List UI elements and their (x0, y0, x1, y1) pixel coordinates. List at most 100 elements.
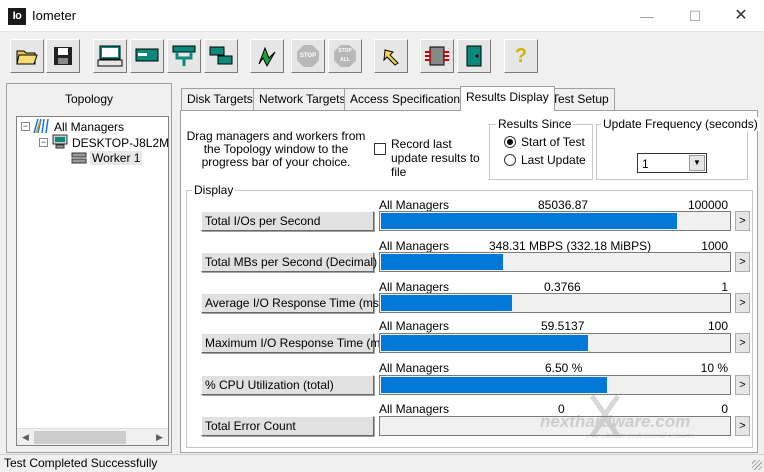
metric-bar-fill (381, 295, 512, 311)
start-icon (258, 46, 276, 68)
resize-grip-icon[interactable] (752, 460, 762, 470)
last-update-radio[interactable] (504, 154, 516, 166)
close-button[interactable]: ✕ (718, 0, 764, 32)
metric-max: 100000 (687, 198, 728, 212)
watermark-logo: nexthardware.com your ultimate professio… (540, 392, 762, 450)
tab-test-setup[interactable]: Test Setup (546, 88, 615, 110)
tab-results-display[interactable]: Results Display (460, 86, 555, 111)
update-frequency-value: 1 (642, 157, 649, 171)
stop-all-button[interactable]: STOP ALL (328, 39, 362, 73)
display-title: Display (192, 183, 236, 197)
help-button[interactable]: ? (504, 39, 538, 73)
save-button[interactable] (46, 39, 80, 73)
total-mbs-per-second-button[interactable]: Total MBs per Second (Decimal) (201, 252, 377, 272)
topology-title: Topology (64, 92, 114, 106)
drag-instructions: Drag managers and workers from the Topol… (186, 129, 366, 169)
tab-network-targets[interactable]: Network Targets (253, 88, 352, 110)
new-network-worker-button[interactable] (130, 39, 164, 73)
update-frequency-group: Update Frequency (seconds) 1 ▼ (596, 117, 760, 180)
metric-max: 1000 (701, 239, 728, 253)
metric-bar-fill (381, 213, 677, 229)
update-frequency-title: Update Frequency (seconds) (601, 117, 760, 131)
expand-arrow-icon[interactable]: > (735, 211, 750, 231)
chevron-down-icon[interactable]: ▼ (689, 155, 705, 171)
new-manager-icon (172, 45, 196, 66)
start-of-test-radio[interactable] (504, 136, 516, 148)
computer-icon (52, 134, 68, 149)
topology-horizontal-scrollbar[interactable]: ◀ ▶ (17, 428, 168, 445)
metric-bar[interactable] (379, 333, 731, 353)
minimize-button[interactable]: — (624, 0, 670, 32)
metric-value: 6.50 % (545, 361, 583, 375)
new-network-worker-icon (135, 48, 159, 62)
total-ios-per-second-button[interactable]: Total I/Os per Second (201, 211, 374, 231)
status-text: Test Completed Successfully (4, 456, 158, 470)
start-button[interactable] (250, 39, 284, 73)
new-disk-worker-icon (97, 45, 123, 67)
metric-max: 10 % (700, 361, 728, 375)
update-frequency-select[interactable]: 1 ▼ (637, 153, 707, 173)
tree-node-manager[interactable]: DESKTOP-J8L2M (72, 136, 168, 150)
stop-icon: STOP (297, 45, 319, 67)
metric-target: All Managers (379, 402, 450, 416)
maximize-button[interactable]: ☐ (672, 0, 718, 32)
topology-panel: Topology − All Managers − DESKTOP-J8L2M … (6, 83, 172, 453)
scroll-thumb[interactable] (34, 431, 126, 444)
expand-arrow-icon[interactable]: > (735, 293, 750, 313)
reset-workers-button[interactable] (374, 39, 408, 73)
stop-all-icon: STOP ALL (334, 45, 356, 67)
window-title: Iometer (32, 8, 77, 23)
metric-max: 100 (707, 319, 728, 333)
expand-arrow-icon[interactable]: > (735, 333, 750, 353)
metric-target: All Managers (379, 319, 450, 333)
metric-target: All Managers (379, 239, 450, 253)
open-button[interactable] (10, 39, 44, 73)
metric-bar[interactable] (379, 211, 731, 231)
maximum-io-response-time-button[interactable]: Maximum I/O Response Time (ms) (201, 333, 390, 353)
title-bar: Io Iometer — ☐ ✕ (0, 0, 764, 32)
metric-bar[interactable] (379, 293, 731, 313)
record-results-checkbox[interactable] (374, 143, 386, 155)
metric-value: 59.5137 (541, 319, 585, 333)
last-update-label: Last Update (521, 153, 586, 167)
scroll-left-icon[interactable]: ◀ (17, 429, 34, 445)
metric-target: All Managers (379, 198, 450, 212)
average-io-response-time-button[interactable]: Average I/O Response Time (ms) (201, 293, 383, 313)
stop-button[interactable]: STOP (291, 39, 325, 73)
metric-bar[interactable] (379, 252, 731, 272)
exit-icon (425, 46, 449, 66)
open-icon (16, 50, 38, 65)
metric-value: 0.3766 (544, 280, 581, 294)
new-manager-button[interactable] (167, 39, 201, 73)
all-managers-icon (33, 118, 49, 134)
new-disk-worker-button[interactable] (93, 39, 127, 73)
start-of-test-label: Start of Test (521, 135, 585, 149)
watermark-tagline: your ultimate professional resource (586, 433, 695, 440)
scroll-right-icon[interactable]: ▶ (151, 429, 168, 445)
reset-workers-icon (383, 49, 399, 66)
exit-door-button[interactable] (457, 39, 491, 73)
exit-button[interactable] (420, 39, 454, 73)
watermark-text: nexthardware.com (540, 412, 691, 431)
metric-bar-fill (381, 335, 588, 351)
tree-node-worker[interactable]: Worker 1 (90, 151, 143, 165)
collapse-manager-icon[interactable]: − (39, 138, 48, 147)
metric-value: 85036.87 (538, 198, 589, 212)
save-icon (54, 47, 72, 65)
tab-disk-targets[interactable]: Disk Targets (181, 88, 259, 110)
expand-arrow-icon[interactable]: > (735, 252, 750, 272)
collapse-all-managers-icon[interactable]: − (21, 122, 30, 131)
duplicate-worker-button[interactable] (204, 39, 238, 73)
metric-max: 1 (721, 280, 728, 294)
tab-access-specifications[interactable]: Access Specifications (344, 88, 473, 110)
cpu-utilization-button[interactable]: % CPU Utilization (total) (201, 375, 374, 395)
duplicate-worker-icon (209, 46, 233, 65)
toolbar: STOP STOP ALL ? (0, 33, 764, 79)
metric-bar-fill (381, 377, 607, 393)
topology-tree[interactable]: − All Managers − DESKTOP-J8L2M Worker 1 … (16, 116, 169, 446)
metric-bar-fill (381, 254, 503, 270)
tree-node-all-managers[interactable]: All Managers (54, 120, 124, 134)
total-error-count-button[interactable]: Total Error Count (201, 416, 374, 436)
metric-target: All Managers (379, 361, 450, 375)
results-since-title: Results Since (496, 117, 574, 131)
